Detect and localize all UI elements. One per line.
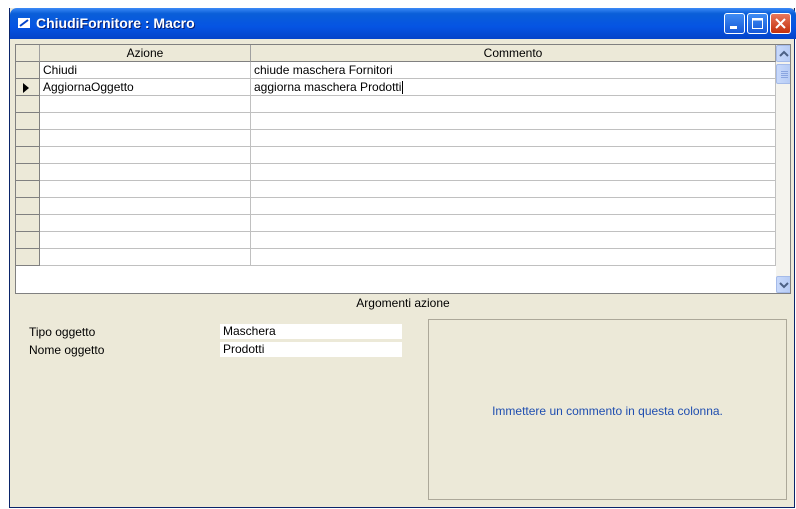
- cell-commento[interactable]: [251, 96, 776, 113]
- table-row-empty[interactable]: [16, 113, 776, 130]
- arg-label-tipo-oggetto: Tipo oggetto: [29, 325, 96, 339]
- current-row-arrow-icon: [23, 83, 29, 93]
- arg-field-nome-oggetto[interactable]: Prodotti: [220, 342, 402, 357]
- table-row-empty[interactable]: [16, 249, 776, 266]
- maximize-icon: [752, 18, 763, 29]
- table-row-empty[interactable]: [16, 147, 776, 164]
- cell-azione[interactable]: Chiudi: [40, 62, 251, 79]
- close-icon: [775, 18, 786, 29]
- row-selector[interactable]: [16, 232, 40, 249]
- scroll-down-button[interactable]: [776, 276, 790, 293]
- row-selector[interactable]: [16, 215, 40, 232]
- cell-commento[interactable]: [251, 164, 776, 181]
- row-selector[interactable]: [16, 147, 40, 164]
- action-arguments-header: Argomenti azione: [356, 296, 450, 310]
- title-bar[interactable]: ChiudiFornitore : Macro: [10, 8, 796, 39]
- selector-header[interactable]: [16, 45, 40, 62]
- table-row-empty[interactable]: [16, 164, 776, 181]
- row-selector[interactable]: [16, 79, 40, 96]
- cell-commento[interactable]: [251, 215, 776, 232]
- maximize-button[interactable]: [747, 13, 768, 34]
- cell-commento[interactable]: [251, 113, 776, 130]
- cell-commento[interactable]: chiude maschera Fornitori: [251, 62, 776, 79]
- column-header-commento[interactable]: Commento: [251, 45, 776, 62]
- help-text: Immettere un commento in questa colonna.: [492, 404, 723, 418]
- row-selector[interactable]: [16, 96, 40, 113]
- chevron-up-icon: [779, 50, 789, 57]
- text-caret: [402, 81, 404, 95]
- vertical-scrollbar[interactable]: [776, 45, 790, 293]
- table-row-empty[interactable]: [16, 96, 776, 113]
- row-selector[interactable]: [16, 113, 40, 130]
- arg-label-nome-oggetto: Nome oggetto: [29, 343, 105, 357]
- cell-azione[interactable]: [40, 232, 251, 249]
- chevron-down-icon: [779, 282, 789, 289]
- cell-commento[interactable]: [251, 232, 776, 249]
- row-selector[interactable]: [16, 198, 40, 215]
- table-row-empty[interactable]: [16, 215, 776, 232]
- cell-azione[interactable]: [40, 249, 251, 266]
- cell-commento[interactable]: [251, 130, 776, 147]
- macro-window: ChiudiFornitore : Macro Azione Commento …: [9, 8, 796, 508]
- cell-azione[interactable]: [40, 198, 251, 215]
- cell-commento[interactable]: [251, 147, 776, 164]
- cell-azione[interactable]: [40, 96, 251, 113]
- cell-commento[interactable]: [251, 181, 776, 198]
- cell-azione[interactable]: [40, 130, 251, 147]
- help-box: Immettere un commento in questa colonna.: [428, 319, 787, 500]
- action-arguments-panel: Tipo oggetto Maschera Nome oggetto Prodo…: [15, 312, 791, 504]
- close-button[interactable]: [770, 13, 791, 34]
- macro-icon: [17, 16, 31, 30]
- cell-azione[interactable]: AggiornaOggetto: [40, 79, 251, 96]
- minimize-button[interactable]: [724, 13, 745, 34]
- macro-grid: Azione Commento Chiudi chiude maschera F…: [15, 44, 791, 294]
- cell-azione[interactable]: [40, 215, 251, 232]
- column-header-azione[interactable]: Azione: [40, 45, 251, 62]
- cell-commento[interactable]: [251, 249, 776, 266]
- table-row[interactable]: Chiudi chiude maschera Fornitori: [16, 62, 776, 79]
- cell-commento-text: aggiorna maschera Prodotti: [254, 80, 402, 94]
- table-row-empty[interactable]: [16, 181, 776, 198]
- table-row-empty[interactable]: [16, 130, 776, 147]
- scroll-up-button[interactable]: [776, 45, 790, 62]
- window-title: ChiudiFornitore : Macro: [36, 15, 195, 31]
- row-selector[interactable]: [16, 130, 40, 147]
- cell-azione[interactable]: [40, 147, 251, 164]
- cell-commento[interactable]: [251, 198, 776, 215]
- cell-azione[interactable]: [40, 181, 251, 198]
- cell-azione[interactable]: [40, 113, 251, 130]
- row-selector[interactable]: [16, 164, 40, 181]
- row-selector[interactable]: [16, 62, 40, 79]
- cell-azione[interactable]: [40, 164, 251, 181]
- table-row[interactable]: AggiornaOggetto aggiorna maschera Prodot…: [16, 79, 776, 96]
- scroll-thumb[interactable]: [776, 64, 790, 84]
- row-selector[interactable]: [16, 249, 40, 266]
- cell-commento[interactable]: aggiorna maschera Prodotti: [251, 79, 776, 96]
- row-selector[interactable]: [16, 181, 40, 198]
- table-row-empty[interactable]: [16, 198, 776, 215]
- arg-field-tipo-oggetto[interactable]: Maschera: [220, 324, 402, 339]
- minimize-icon: [730, 26, 737, 29]
- table-row-empty[interactable]: [16, 232, 776, 249]
